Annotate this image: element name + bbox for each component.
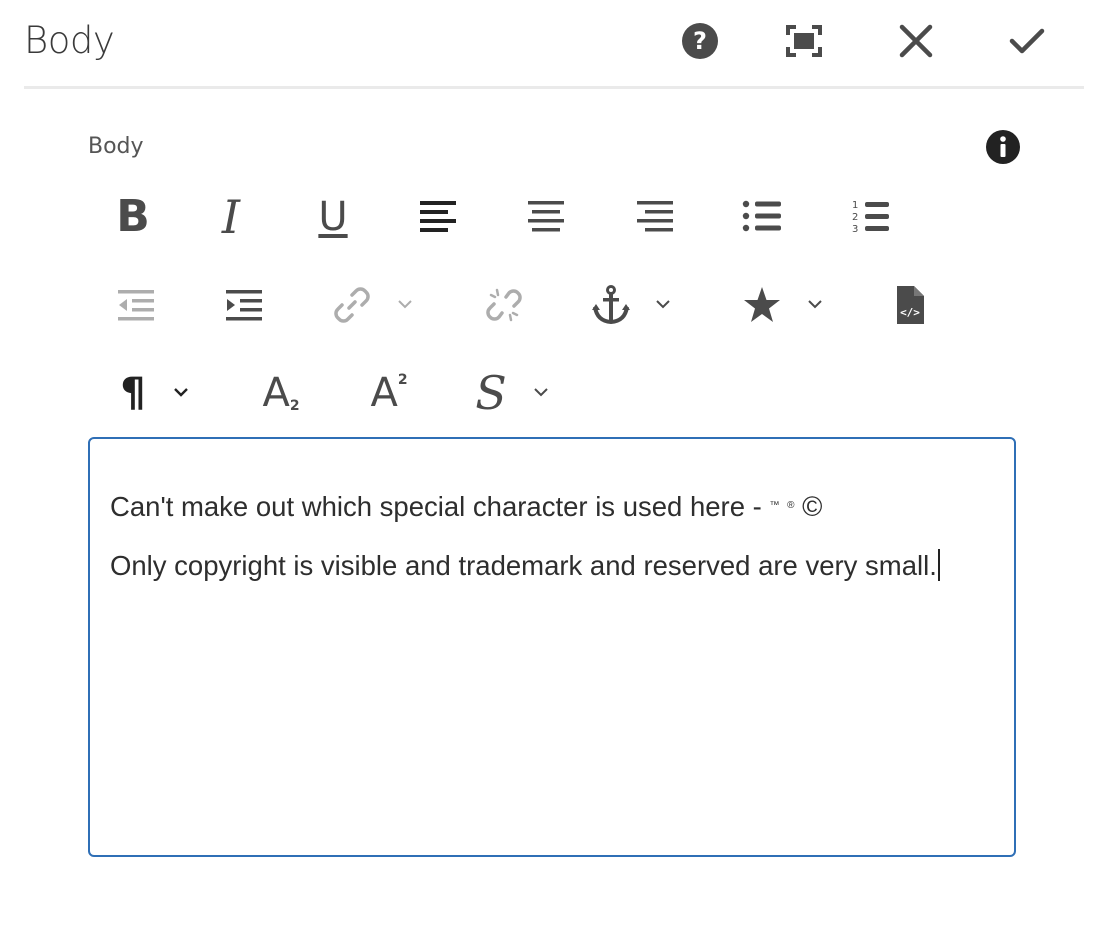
star-icon [744, 287, 780, 322]
anchor-button[interactable] [588, 282, 634, 328]
align-right-icon [637, 201, 673, 232]
close-icon [899, 24, 933, 58]
field-label: Body [88, 134, 144, 159]
numbered-list-icon: 1 2 3 [852, 200, 889, 234]
numbered-list-button[interactable]: 1 2 3 [846, 194, 894, 238]
styles-dropdown[interactable] [530, 382, 552, 402]
indent-button[interactable] [220, 284, 268, 326]
bulleted-list-icon [742, 200, 781, 232]
outdent-icon [118, 290, 154, 321]
editor-line-2: Only copyright is visible and trademark … [110, 549, 940, 583]
paragraph-format-button[interactable]: ¶ [110, 370, 156, 416]
align-right-button[interactable] [631, 194, 679, 238]
special-characters-dropdown[interactable] [804, 294, 826, 314]
help-button[interactable]: ? [675, 16, 725, 66]
link-button[interactable] [330, 282, 374, 328]
underline-icon: U [318, 194, 348, 240]
rich-text-editor[interactable]: Can't make out which special character i… [88, 437, 1016, 857]
chevron-down-icon [808, 300, 822, 309]
checkmark-icon [1009, 28, 1045, 54]
bold-button[interactable]: B [108, 192, 158, 242]
cancel-button[interactable] [891, 16, 941, 66]
done-button[interactable] [1002, 16, 1052, 66]
chevron-down-icon [398, 300, 412, 309]
special-characters-button[interactable] [740, 283, 784, 327]
superscript-letter: A [370, 370, 398, 416]
link-options-dropdown[interactable] [394, 294, 416, 314]
styles-icon: S [475, 366, 507, 420]
subscript-letter: A [262, 370, 290, 416]
field-info-button[interactable] [983, 127, 1023, 167]
svg-text:</>: </> [900, 306, 920, 319]
outdent-button[interactable] [112, 284, 160, 326]
italic-icon: I [221, 190, 241, 244]
subscript-icon: A2 [262, 370, 300, 416]
source-edit-button[interactable]: </> [890, 282, 930, 328]
help-icon: ? [682, 23, 718, 59]
registered-symbol: ® [787, 500, 795, 511]
align-left-icon [420, 201, 456, 232]
anchor-icon [592, 285, 630, 325]
align-left-button[interactable] [414, 194, 462, 238]
link-icon [334, 287, 370, 323]
unlink-button[interactable] [482, 282, 526, 328]
header-divider [24, 86, 1084, 89]
bulleted-list-button[interactable] [738, 194, 786, 238]
styles-button[interactable]: S [468, 368, 514, 418]
align-center-button[interactable] [522, 194, 570, 238]
fullscreen-button[interactable] [779, 16, 829, 66]
svg-text:1: 1 [852, 200, 858, 211]
svg-text:2: 2 [852, 212, 858, 223]
bold-icon: B [116, 191, 150, 242]
superscript-icon: A2 [370, 370, 408, 416]
anchor-options-dropdown[interactable] [652, 294, 674, 314]
italic-button[interactable]: I [206, 192, 256, 242]
subscript-button[interactable]: A2 [256, 368, 306, 418]
subscript-mark: 2 [289, 398, 300, 414]
indent-icon [226, 290, 262, 321]
paragraph-format-dropdown[interactable] [170, 382, 192, 402]
svg-text:?: ? [693, 27, 707, 55]
editor-line-1: Can't make out which special character i… [110, 489, 822, 524]
chevron-down-icon [174, 388, 188, 397]
line-1-text: Can't make out which special character i… [110, 491, 770, 522]
paragraph-icon: ¶ [120, 370, 146, 416]
text-caret [937, 549, 940, 581]
underline-button[interactable]: U [308, 190, 358, 244]
fullscreen-icon [786, 25, 822, 57]
unlink-icon [486, 288, 522, 322]
chevron-down-icon [534, 388, 548, 397]
align-center-icon [528, 201, 564, 232]
line-2-text: Only copyright is visible and trademark … [110, 550, 937, 581]
dialog-title: Body [24, 19, 115, 62]
superscript-button[interactable]: A2 [364, 368, 414, 418]
chevron-down-icon [656, 300, 670, 309]
trademark-symbol: ™ [769, 500, 780, 511]
superscript-mark: 2 [397, 372, 408, 388]
copyright-symbol: © [802, 491, 823, 522]
info-icon [986, 130, 1020, 164]
svg-text:3: 3 [852, 224, 858, 234]
source-code-icon: </> [897, 286, 924, 324]
